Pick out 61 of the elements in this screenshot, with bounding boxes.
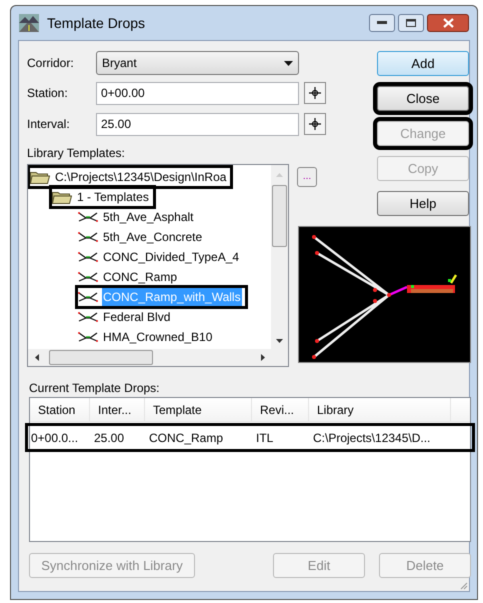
resize-grip-icon [458, 580, 468, 590]
station-field[interactable]: 0+00.00 [96, 82, 299, 104]
maximize-button[interactable] [398, 14, 424, 32]
column-header[interactable]: Library [309, 398, 451, 421]
scroll-down-icon [276, 339, 283, 343]
template-icon [78, 312, 98, 322]
table-cell-text: C:\Projects\12345\D... [312, 430, 432, 446]
column-header[interactable]: Inter... [90, 398, 145, 421]
field-label: Corridor: [27, 55, 75, 72]
tree-item[interactable]: 5th_Ave_Concrete [102, 228, 204, 246]
close-icon [442, 18, 454, 28]
scrollbar-thumb[interactable] [272, 185, 287, 247]
crosshair-icon [309, 87, 321, 99]
template-icon [78, 292, 98, 302]
horizontal-scrollbar[interactable] [28, 349, 288, 366]
tree-item[interactable]: Federal Blvd [102, 308, 172, 326]
maximize-icon [406, 19, 416, 27]
field-label: Station: [27, 85, 69, 102]
dropdown-arrow-icon [284, 60, 293, 66]
tree-item[interactable]: 5th_Ave_Asphalt [102, 208, 195, 226]
folder-icon [52, 190, 72, 204]
tree-item[interactable]: 1 - Templates [76, 188, 150, 206]
window-title: Template Drops [47, 14, 146, 33]
app-icon [19, 14, 39, 32]
locate-button[interactable] [304, 113, 326, 135]
section-label: Library Templates: [27, 145, 125, 162]
table-cell-text: 0+00.0... [30, 430, 80, 446]
template-icon [78, 332, 98, 342]
minimize-button[interactable] [369, 14, 395, 32]
dialog-button[interactable]: Add [377, 51, 469, 76]
browse-button[interactable]: ... [297, 167, 317, 187]
tree-item[interactable]: HMA_Crowned_B10 [102, 328, 214, 346]
corridor-dropdown[interactable]: Bryant [96, 51, 299, 75]
scroll-right-icon [261, 354, 265, 361]
template-icon [78, 212, 98, 222]
interval-field[interactable]: 25.00 [96, 112, 299, 136]
column-header[interactable]: Revi... [252, 398, 309, 421]
table-row[interactable]: 0+00.0... 25.00 CONC_Ramp ITL C:\Projects\12345\D... [27, 425, 473, 450]
template-icon [78, 272, 98, 282]
vertical-scrollbar[interactable] [271, 165, 288, 349]
template-icon [78, 252, 98, 262]
table-cell-text: CONC_Ramp [148, 430, 224, 446]
section-label: Current Template Drops: [29, 380, 160, 395]
tree-item[interactable]: CONC_Ramp [102, 268, 178, 286]
scroll-left-icon [35, 354, 39, 361]
table-cell-text: 25.00 [93, 430, 126, 446]
field-label: Interval: [27, 116, 71, 133]
folder-icon [30, 170, 50, 184]
minimize-icon [377, 21, 387, 25]
crosshair-icon [309, 118, 321, 130]
tree-item[interactable]: C:\Projects\12345\Design\InRoa [54, 168, 228, 186]
scroll-up-icon [276, 173, 283, 177]
column-header[interactable]: Template [145, 398, 252, 421]
tree-item[interactable]: CONC_Divided_TypeA_4 [102, 248, 240, 266]
scrollbar-thumb[interactable] [49, 350, 153, 365]
table-cell-text: ITL [255, 430, 274, 446]
close-button[interactable] [427, 14, 469, 32]
template-icon [78, 232, 98, 242]
column-header[interactable]: Station [30, 398, 90, 421]
locate-button[interactable] [304, 82, 326, 104]
dialog-button[interactable]: Help [377, 191, 469, 216]
